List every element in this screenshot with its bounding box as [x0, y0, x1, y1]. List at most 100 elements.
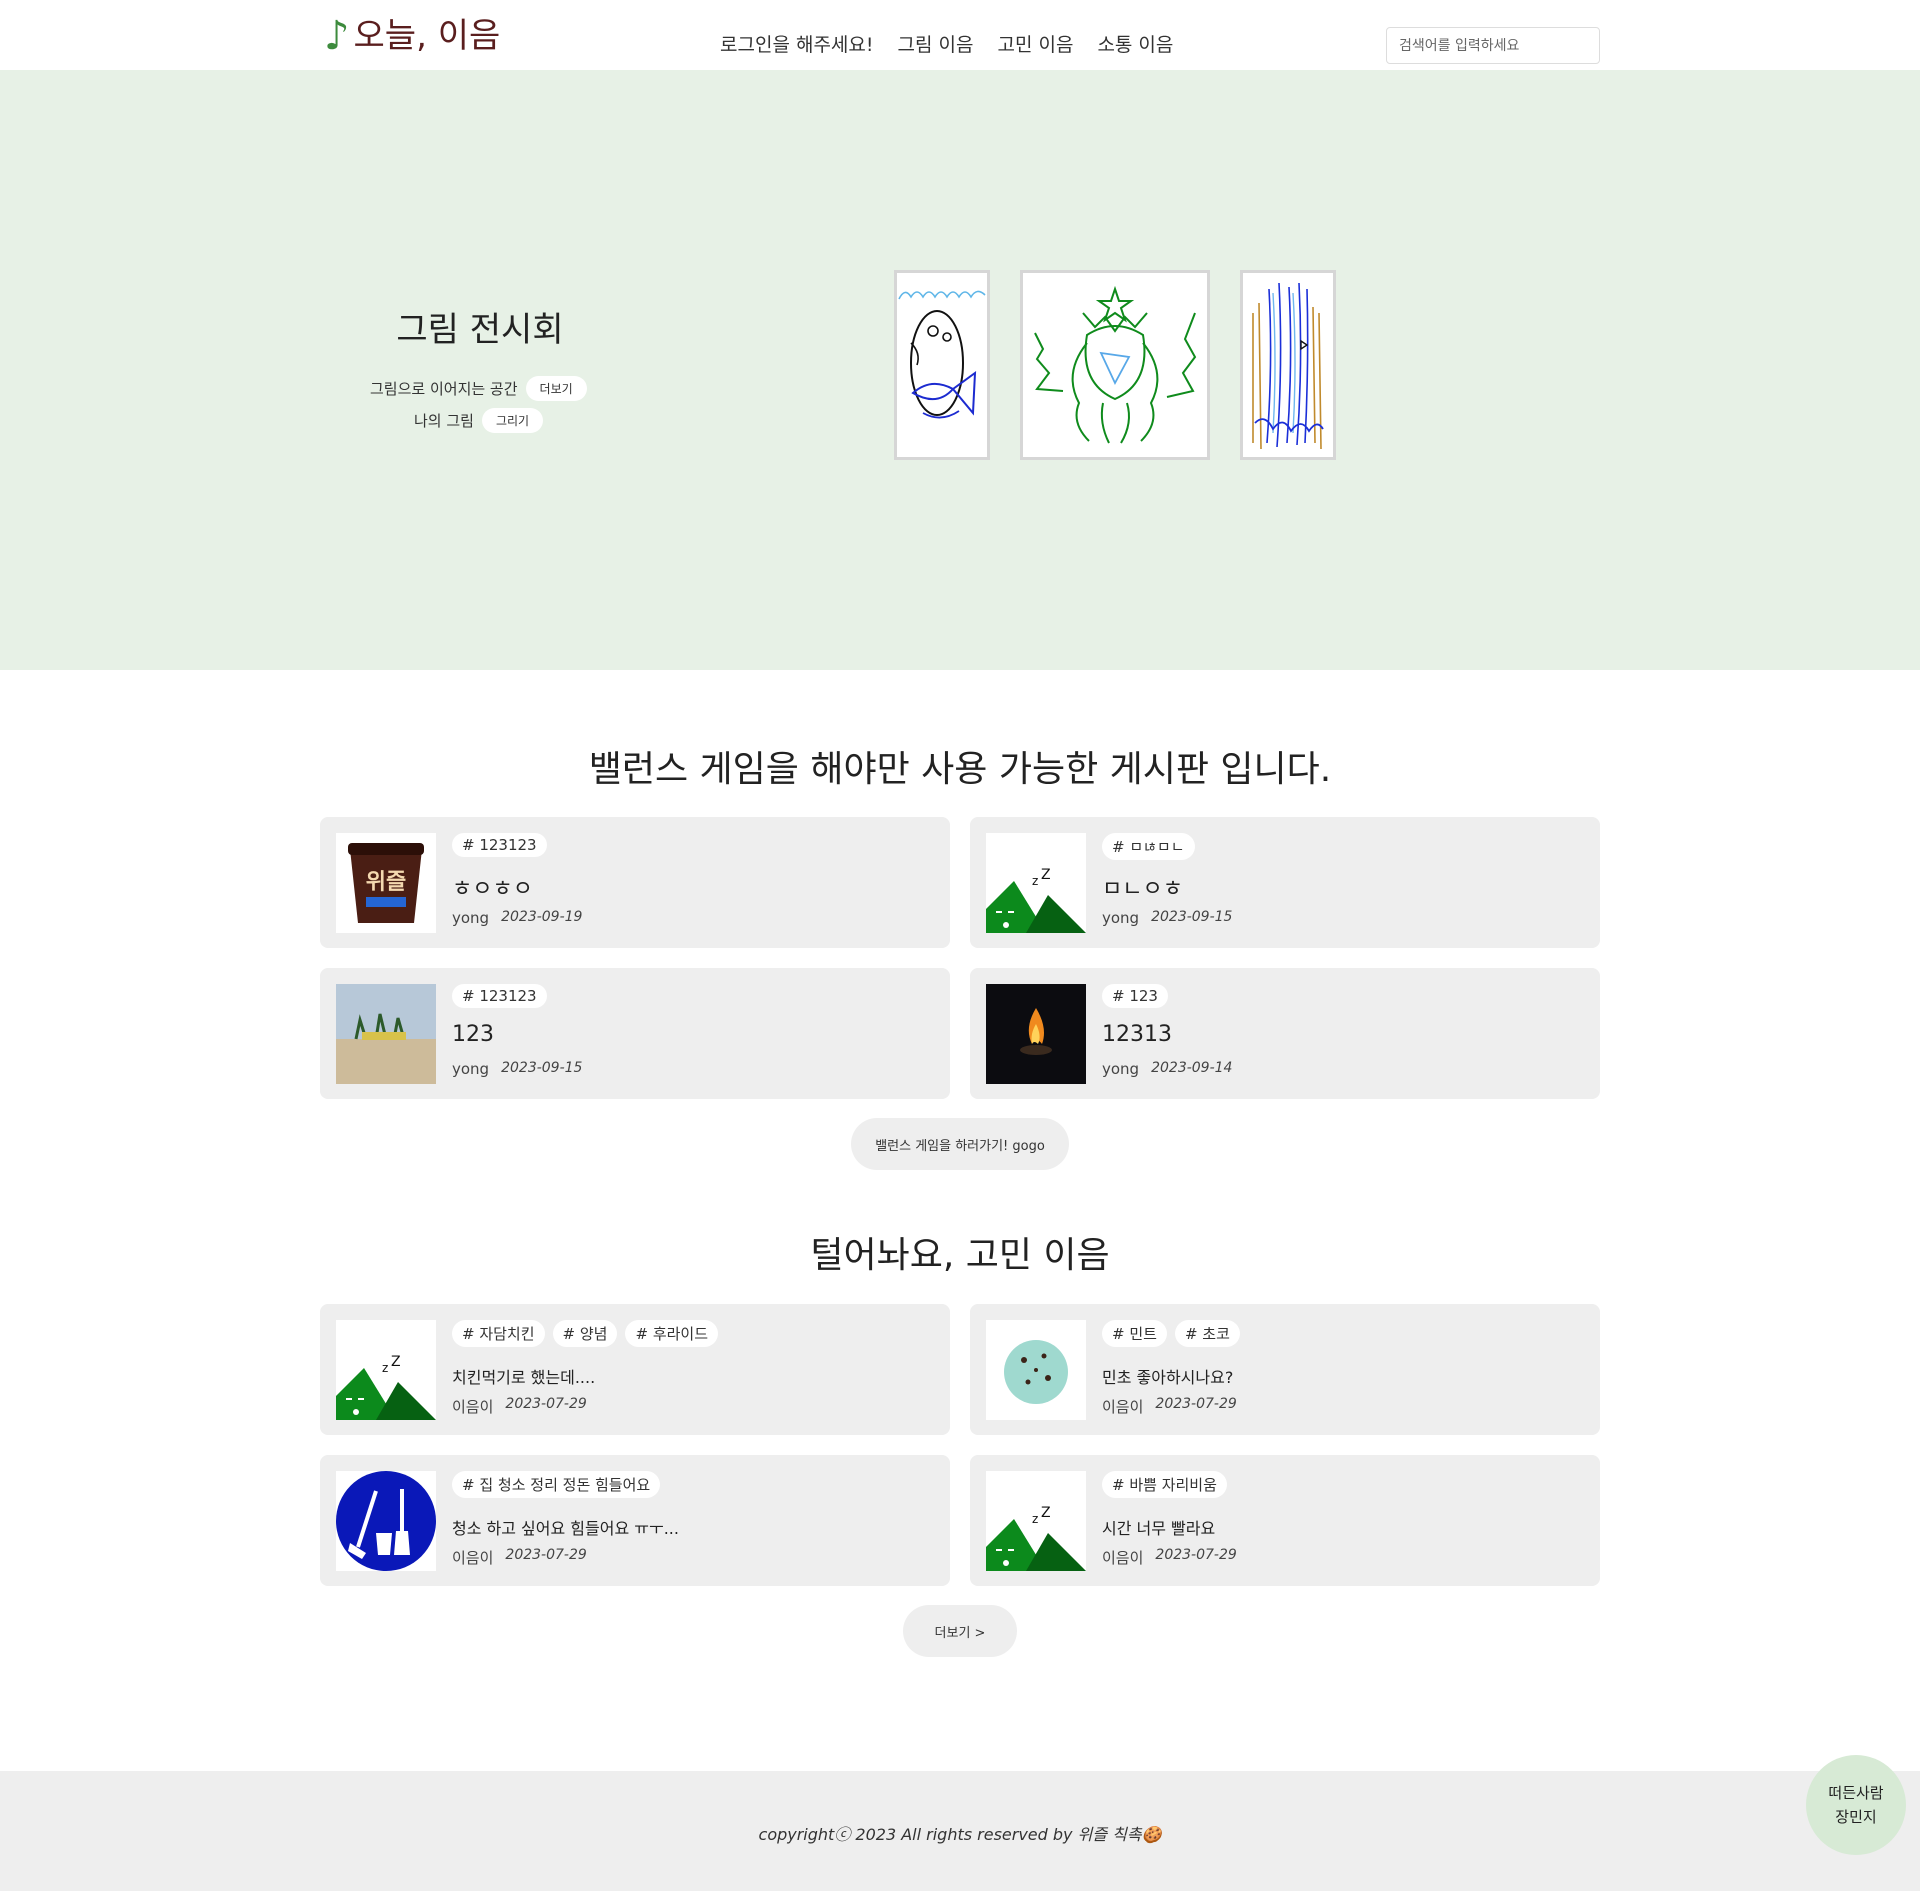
- waterfall-drawing-image: [1252, 282, 1324, 450]
- mint-ice-cream-image: [986, 1320, 1086, 1420]
- main-nav: 로그인을 해주세요! 그림 이음 고민 이음 소통 이음: [720, 30, 1173, 57]
- post-author: 이음이: [452, 1549, 494, 1567]
- hero-gallery: 그림 전시회 그림으로 이어지는 공간 더보기 나의 그림 그리기: [0, 70, 1920, 670]
- logo-text: 오늘, 이음: [353, 16, 501, 56]
- post-meta: 이음이 2023-07-29: [452, 1547, 587, 1568]
- post-title[interactable]: ㅎㅇㅎㅇ: [452, 871, 533, 903]
- post-date: 2023-07-29: [1155, 1547, 1237, 1563]
- footer: copyrightⓒ 2023 All rights reserved by 위…: [0, 1771, 1920, 1891]
- tag[interactable]: # 집 청소 정리 정돈 힘들어요: [452, 1471, 661, 1498]
- post-meta: 이음이 2023-07-29: [452, 1396, 587, 1417]
- hero-row-my-drawing-label: 나의 그림: [414, 412, 474, 430]
- post-author: yong: [452, 1060, 490, 1078]
- worry-post-card[interactable]: # 민트 # 초코 민초 좋아하시나요? 이음이 2023-07-29: [970, 1304, 1600, 1435]
- tag[interactable]: # ㅁㄶㅁㄴ: [1102, 833, 1195, 860]
- post-date: 2023-07-29: [1155, 1396, 1237, 1412]
- hero-row-gallery: 그림으로 이어지는 공간 더보기: [370, 376, 587, 401]
- balance-post-card[interactable]: z Z # ㅁㄶㅁㄴ ㅁㄴㅇㅎ yong 2023-09-15: [970, 817, 1600, 948]
- post-title[interactable]: 치킨먹기로 했는데....: [452, 1364, 595, 1388]
- hero-title: 그림 전시회: [396, 310, 564, 350]
- nav-communication[interactable]: 소통 이음: [1097, 30, 1173, 57]
- tag[interactable]: # 민트: [1102, 1320, 1167, 1347]
- svg-text:위즐: 위즐: [366, 870, 406, 895]
- tag[interactable]: # 123123: [452, 984, 547, 1008]
- svg-text:Z: Z: [1041, 867, 1051, 883]
- cleaning-sign-image: [336, 1471, 436, 1571]
- tag-list: # 123: [1102, 984, 1168, 1008]
- balance-section-title: 밸런스 게임을 해야만 사용 가능한 게시판 입니다.: [588, 749, 1332, 790]
- post-meta: yong 2023-09-19: [452, 909, 582, 927]
- post-title[interactable]: 시간 너무 빨라요: [1102, 1515, 1215, 1539]
- header: ♪ 오늘, 이음 로그인을 해주세요! 그림 이음 고민 이음 소통 이음: [0, 0, 1920, 70]
- worry-post-card[interactable]: z Z # 바쁨 자리비움 시간 너무 빨라요 이음이 2023-07-29: [970, 1455, 1600, 1586]
- campfire-image: [986, 984, 1086, 1084]
- post-date: 2023-09-14: [1151, 1060, 1233, 1076]
- post-title[interactable]: 12313: [1102, 1022, 1172, 1047]
- siren-drawing-image: [1034, 285, 1197, 444]
- post-meta: yong 2023-09-15: [452, 1060, 582, 1078]
- tag-list: # 집 청소 정리 정돈 힘들어요: [452, 1471, 661, 1498]
- hero-row-my-drawing: 나의 그림 그리기: [414, 408, 544, 433]
- worry-post-card[interactable]: z Z # 자담치킨 # 양념 # 후라이드 치킨먹기로 했는데.... 이음이…: [320, 1304, 950, 1435]
- drawing-frame-siren[interactable]: [1020, 270, 1210, 460]
- post-author: 이음이: [1102, 1398, 1144, 1416]
- nav-worry[interactable]: 고민 이음: [997, 30, 1073, 57]
- post-title[interactable]: ㅁㄴㅇㅎ: [1102, 871, 1183, 903]
- svg-text:Z: Z: [391, 1354, 401, 1370]
- tag[interactable]: # 후라이드: [625, 1320, 719, 1347]
- post-author: yong: [1102, 909, 1140, 927]
- logo[interactable]: ♪ 오늘, 이음: [324, 14, 500, 58]
- worry-post-card[interactable]: # 집 청소 정리 정돈 힘들어요 청소 하고 싶어요 힘들어요 ㅠㅜ... 이…: [320, 1455, 950, 1586]
- drawing-frame-waterfall[interactable]: [1240, 270, 1336, 460]
- sleeping-mountain-image: z Z: [986, 1471, 1086, 1571]
- gallery-more-button[interactable]: 더보기: [525, 376, 587, 401]
- tag[interactable]: # 자담치킨: [452, 1320, 545, 1347]
- post-meta: yong 2023-09-15: [1102, 909, 1232, 927]
- svg-text:z: z: [1032, 874, 1038, 888]
- beach-image: [336, 984, 436, 1084]
- draw-button[interactable]: 그리기: [481, 408, 544, 433]
- drawing-frame-fish[interactable]: [894, 270, 990, 460]
- post-meta: yong 2023-09-14: [1102, 1060, 1232, 1078]
- tag-list: # 자담치킨 # 양념 # 후라이드: [452, 1320, 719, 1347]
- svg-text:Z: Z: [1041, 1505, 1051, 1521]
- tag[interactable]: # 양념: [552, 1320, 618, 1347]
- tag[interactable]: # 123123: [452, 833, 547, 857]
- tag[interactable]: # 123: [1102, 984, 1168, 1008]
- post-meta: 이음이 2023-07-29: [1102, 1396, 1237, 1417]
- nav-login[interactable]: 로그인을 해주세요!: [720, 30, 874, 57]
- post-date: 2023-09-15: [1151, 909, 1233, 925]
- tag-list: # 123123: [452, 833, 547, 857]
- search-input[interactable]: [1386, 27, 1600, 64]
- post-author: yong: [1102, 1060, 1140, 1078]
- post-author: 이음이: [1102, 1549, 1144, 1567]
- balance-game-button[interactable]: 밸런스 게임을 하러가기! gogo: [851, 1118, 1069, 1170]
- copyright-text: copyrightⓒ 2023 All rights reserved by 위…: [758, 1825, 1162, 1844]
- worry-section-title: 털어놔요, 고민 이음: [810, 1235, 1110, 1276]
- worry-more-button[interactable]: 더보기 >: [903, 1605, 1017, 1657]
- post-date: 2023-07-29: [505, 1547, 587, 1563]
- post-title[interactable]: 민초 좋아하시나요?: [1102, 1364, 1233, 1388]
- sleeping-mountain-image: z Z: [986, 833, 1086, 933]
- tag[interactable]: # 초코: [1174, 1320, 1240, 1347]
- post-title[interactable]: 청소 하고 싶어요 힘들어요 ㅠㅜ...: [452, 1515, 679, 1539]
- post-author: 이음이: [452, 1398, 494, 1416]
- svg-text:z: z: [1032, 1512, 1038, 1526]
- fish-drawing-image: [898, 290, 986, 419]
- tag-list: # 123123: [452, 984, 547, 1008]
- balance-post-card[interactable]: # 123123 123 yong 2023-09-15: [320, 968, 950, 1099]
- music-note-icon: ♪: [324, 13, 350, 59]
- post-title[interactable]: 123: [452, 1022, 494, 1047]
- tag-list: # ㅁㄶㅁㄴ: [1102, 833, 1195, 860]
- balance-post-card[interactable]: 위즐 # 123123 ㅎㅇㅎㅇ yong 2023-09-19: [320, 817, 950, 948]
- sleeping-mountain-image: z Z: [336, 1320, 436, 1420]
- ice-cream-cup-image: 위즐: [336, 833, 436, 933]
- floating-contact-button[interactable]: 떠든사람 장민지: [1806, 1755, 1906, 1855]
- tag[interactable]: # 바쁨 자리비움: [1102, 1471, 1227, 1498]
- post-date: 2023-09-15: [501, 1060, 583, 1076]
- balance-post-card[interactable]: # 123 12313 yong 2023-09-14: [970, 968, 1600, 1099]
- floating-button-line2: 장민지: [1835, 1808, 1877, 1826]
- tag-list: # 바쁨 자리비움: [1102, 1471, 1227, 1498]
- floating-button-line1: 떠든사람: [1828, 1784, 1884, 1802]
- nav-drawing[interactable]: 그림 이음: [898, 30, 974, 57]
